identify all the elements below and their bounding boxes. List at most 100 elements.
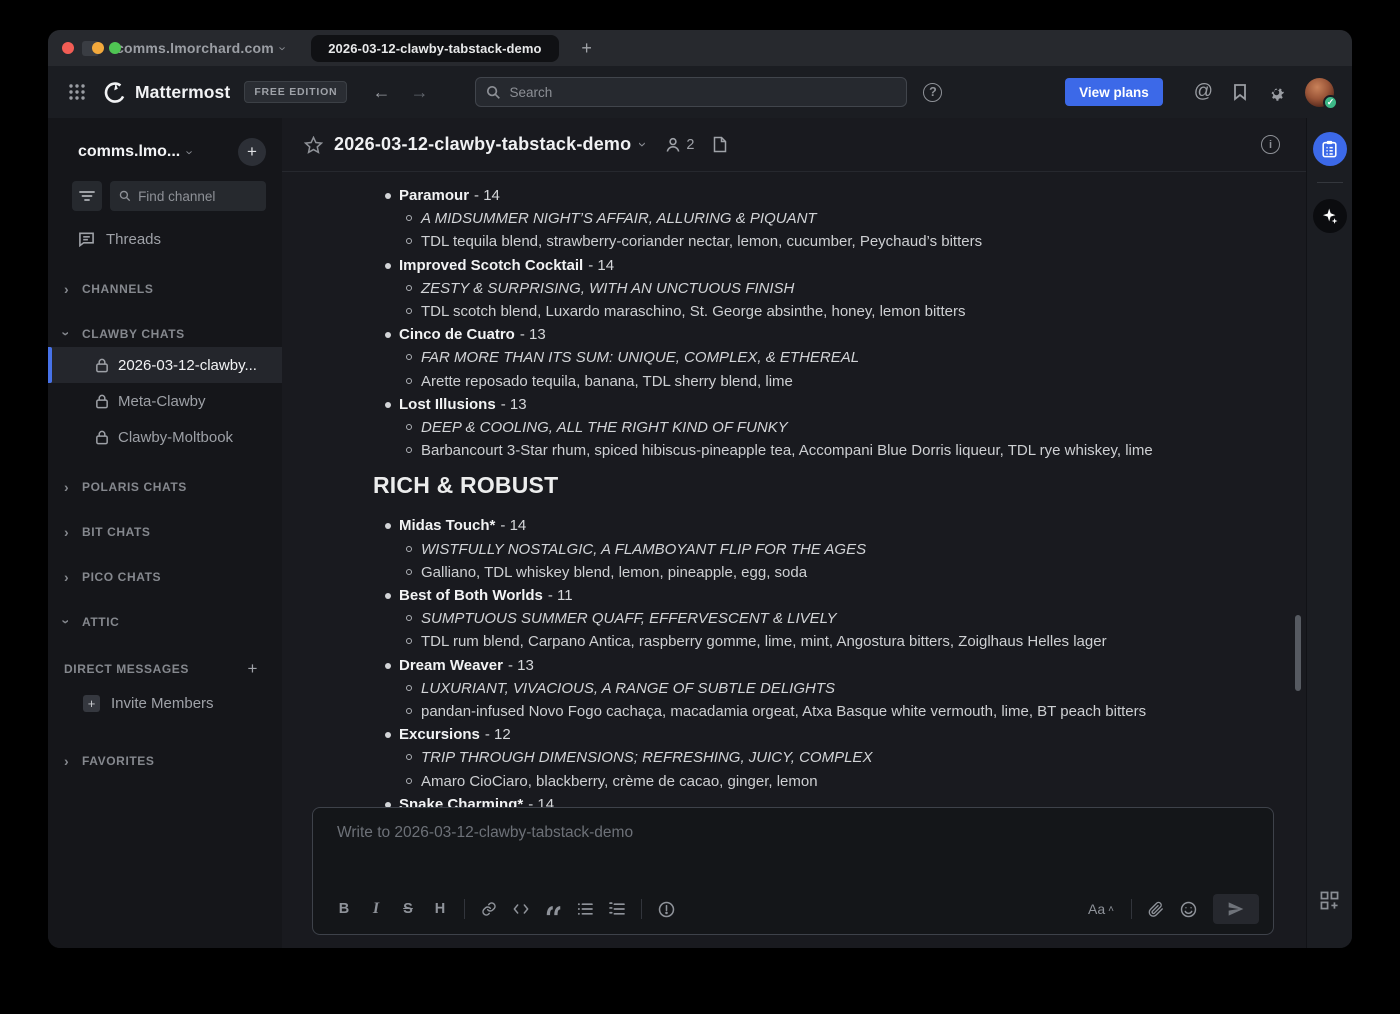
- search-input[interactable]: [509, 85, 896, 100]
- bold-button[interactable]: B: [329, 896, 359, 922]
- attach-file-button[interactable]: [1141, 896, 1171, 922]
- bulleted-list-icon: [577, 902, 593, 916]
- favorite-channel-button[interactable]: [304, 136, 323, 154]
- channel-info-button[interactable]: i: [1261, 135, 1280, 154]
- sidebar-section-clawby-chats[interactable]: CLAWBY CHATS: [48, 321, 282, 347]
- channel-members-button[interactable]: 2: [665, 137, 694, 153]
- bullet-icon: [385, 332, 391, 338]
- cocktail-item: Dream Weaver- 13 LUXURIANT, VIVACIOUS, A…: [373, 654, 1272, 724]
- channel-files-button[interactable]: [713, 136, 727, 153]
- search-icon: [486, 85, 501, 100]
- sidebar-section-attic[interactable]: ATTIC: [48, 609, 282, 635]
- agents-button[interactable]: [1313, 199, 1347, 233]
- cocktail-ingredients-row: Arette reposado tequila, banana, TDL she…: [373, 370, 1272, 393]
- product-switcher-button[interactable]: [65, 80, 89, 104]
- send-message-button[interactable]: [1213, 894, 1259, 924]
- heading-button[interactable]: H: [425, 896, 455, 922]
- sidebar-channel-item[interactable]: Meta-Clawby: [48, 383, 282, 419]
- numbered-list-icon: [609, 902, 625, 916]
- circle-bullet-icon: [406, 238, 412, 244]
- cocktail-tagline-row: LUXURIANT, VIVACIOUS, A RANGE OF SUBTLE …: [373, 677, 1272, 700]
- circle-bullet-icon: [406, 708, 412, 714]
- marketplace-button[interactable]: [1320, 891, 1339, 910]
- bullet-icon: [385, 263, 391, 269]
- numbered-list-button[interactable]: [602, 896, 632, 922]
- sidebar-section-favorites[interactable]: FAVORITES: [48, 748, 282, 774]
- message-priority-button[interactable]: [651, 896, 681, 922]
- channel-title[interactable]: 2026-03-12-clawby-tabstack-demo: [334, 134, 631, 155]
- cocktail-name-row: Midas Touch*- 14: [373, 514, 1272, 537]
- message-input[interactable]: Write to 2026-03-12-clawby-tabstack-demo: [313, 808, 1273, 894]
- playbooks-button[interactable]: [1313, 132, 1347, 166]
- cocktail-item: Cinco de Cuatro- 13 FAR MORE THAN ITS SU…: [373, 323, 1272, 393]
- link-button[interactable]: [474, 896, 504, 922]
- italic-button[interactable]: I: [361, 896, 391, 922]
- add-channel-button[interactable]: +: [238, 138, 266, 166]
- app-bar-divider: [1317, 182, 1343, 183]
- search-icon: [119, 189, 131, 203]
- cocktail-tagline-row: A MIDSUMMER NIGHT’S AFFAIR, ALLURING & P…: [373, 207, 1272, 230]
- new-tab-button[interactable]: +: [575, 36, 599, 60]
- sidebar-section-polaris-chats[interactable]: POLARIS CHATS: [48, 474, 282, 500]
- find-channel-input[interactable]: [138, 189, 257, 204]
- view-plans-button[interactable]: View plans: [1065, 78, 1163, 106]
- team-name[interactable]: comms.lmo...: [78, 143, 180, 161]
- strikethrough-button[interactable]: S: [393, 896, 423, 922]
- sidebar-channel-item[interactable]: 2026-03-12-clawby...: [48, 347, 282, 383]
- sidebar-section-bit-chats[interactable]: BIT CHATS: [48, 519, 282, 545]
- global-header: Mattermost FREE EDITION ← → ? View plans…: [48, 66, 1352, 118]
- channel-name: Clawby-Moltbook: [118, 429, 233, 446]
- lock-icon: [95, 430, 109, 445]
- add-direct-message-button[interactable]: +: [247, 659, 258, 679]
- history-forward-button[interactable]: →: [407, 82, 431, 103]
- server-selector[interactable]: comms.lmorchard.com: [109, 40, 285, 56]
- channel-menu-chevron-icon[interactable]: [640, 137, 645, 152]
- quote-button[interactable]: [538, 896, 568, 922]
- cocktail-tagline-row: DEEP & COOLING, ALL THE RIGHT KIND OF FU…: [373, 416, 1272, 439]
- cocktail-item: Excursions- 12 TRIP THROUGH DIMENSIONS; …: [373, 723, 1272, 793]
- threads-icon: [78, 231, 95, 247]
- exclamation-circle-icon: [658, 901, 675, 918]
- window-titlebar: comms.lmorchard.com 2026-03-12-clawby-ta…: [48, 30, 1352, 66]
- sidebar-section-pico-chats[interactable]: PICO CHATS: [48, 564, 282, 590]
- channel-filter-button[interactable]: [72, 181, 102, 211]
- threads-label: Threads: [106, 231, 161, 248]
- code-button[interactable]: [506, 896, 536, 922]
- chevron-down-icon: [64, 327, 78, 341]
- minimize-window-button[interactable]: [92, 42, 104, 54]
- grid-plus-icon: [1320, 891, 1339, 910]
- sparkle-icon: [1320, 206, 1340, 226]
- bulleted-list-button[interactable]: [570, 896, 600, 922]
- sidebar-section-direct-messages[interactable]: DIRECT MESSAGES +: [48, 656, 282, 682]
- recent-mentions-button[interactable]: @: [1194, 81, 1213, 103]
- channel-name: Meta-Clawby: [118, 393, 206, 410]
- section-heading: RICH & ROBUST: [373, 470, 1272, 500]
- circle-bullet-icon: [406, 754, 412, 760]
- cocktail-name-row: Best of Both Worlds- 11: [373, 584, 1272, 607]
- toolbar-divider: [464, 899, 465, 919]
- history-back-button[interactable]: ←: [369, 82, 393, 103]
- circle-bullet-icon: [406, 354, 412, 360]
- format-toggle-button[interactable]: Aa ˄: [1080, 901, 1122, 917]
- sidebar-channel-item[interactable]: Clawby-Moltbook: [48, 419, 282, 455]
- global-search[interactable]: [475, 77, 907, 107]
- sidebar-section-channels[interactable]: CHANNELS: [48, 276, 282, 302]
- channel-sidebar: comms.lmo... +: [48, 118, 282, 948]
- question-icon: ?: [923, 83, 942, 102]
- invite-members-item[interactable]: + Invite Members: [48, 686, 282, 720]
- file-icon: [713, 136, 727, 153]
- circle-bullet-icon: [406, 424, 412, 430]
- sidebar-item-threads[interactable]: Threads: [48, 221, 282, 257]
- mattermost-logo: Mattermost: [103, 80, 230, 104]
- message-placeholder: Write to 2026-03-12-clawby-tabstack-demo: [337, 824, 633, 841]
- close-window-button[interactable]: [62, 42, 74, 54]
- settings-button[interactable]: [1267, 83, 1286, 102]
- channel-tab[interactable]: 2026-03-12-clawby-tabstack-demo: [311, 35, 558, 62]
- cocktail-name-row: Cinco de Cuatro- 13: [373, 323, 1272, 346]
- help-button[interactable]: ?: [923, 83, 942, 102]
- saved-posts-button[interactable]: [1232, 83, 1248, 101]
- user-avatar[interactable]: ✓: [1305, 78, 1334, 107]
- find-channel-box[interactable]: [110, 181, 266, 211]
- scrollbar-thumb[interactable]: [1295, 615, 1301, 691]
- emoji-button[interactable]: [1173, 896, 1203, 922]
